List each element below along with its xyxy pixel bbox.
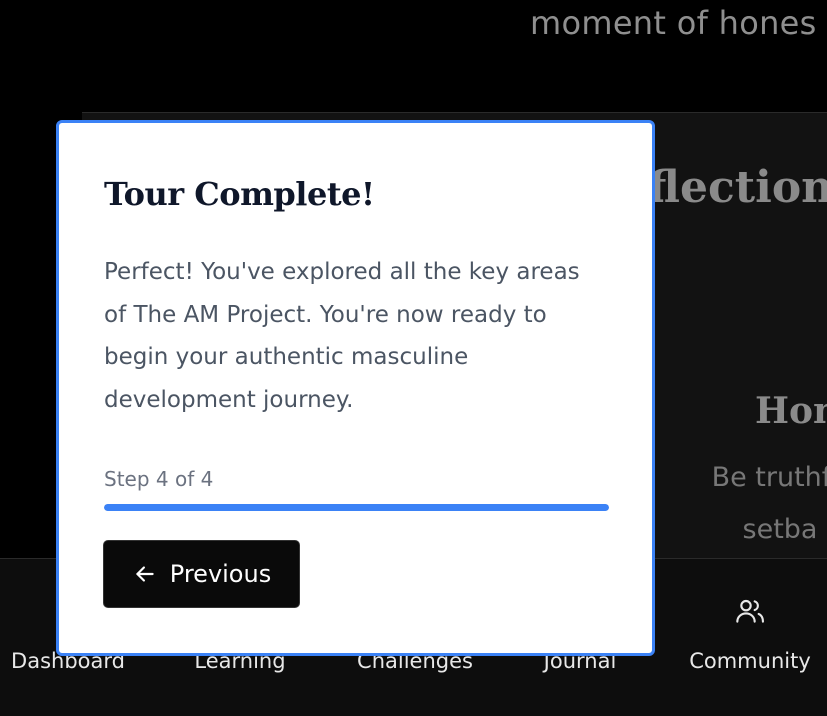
background-section-heading: flections [648,162,827,213]
dialog-body-text: Perfect! You've explored all the key are… [104,259,580,413]
app-screen: moment of hones flections Hon Be truthfu… [0,0,827,716]
tour-complete-dialog: Tour Complete! Perfect! You've explored … [56,120,655,656]
arrow-left-icon [136,566,154,582]
nav-item-community[interactable]: Community [680,559,820,716]
background-quote-text: moment of hones [530,4,817,42]
background-card-heading: Hon [755,390,827,432]
step-indicator: Step 4 of 4 [104,467,214,491]
previous-button[interactable]: Previous [103,540,300,608]
users-icon [736,599,764,623]
dialog-title: Tour Complete! [104,175,375,213]
nav-label-community: Community [689,649,811,673]
tour-progress-fill [104,504,609,511]
previous-button-label: Previous [169,560,272,588]
background-card-text: Be truthfu setba [711,462,827,545]
tour-progress-bar [104,504,609,511]
